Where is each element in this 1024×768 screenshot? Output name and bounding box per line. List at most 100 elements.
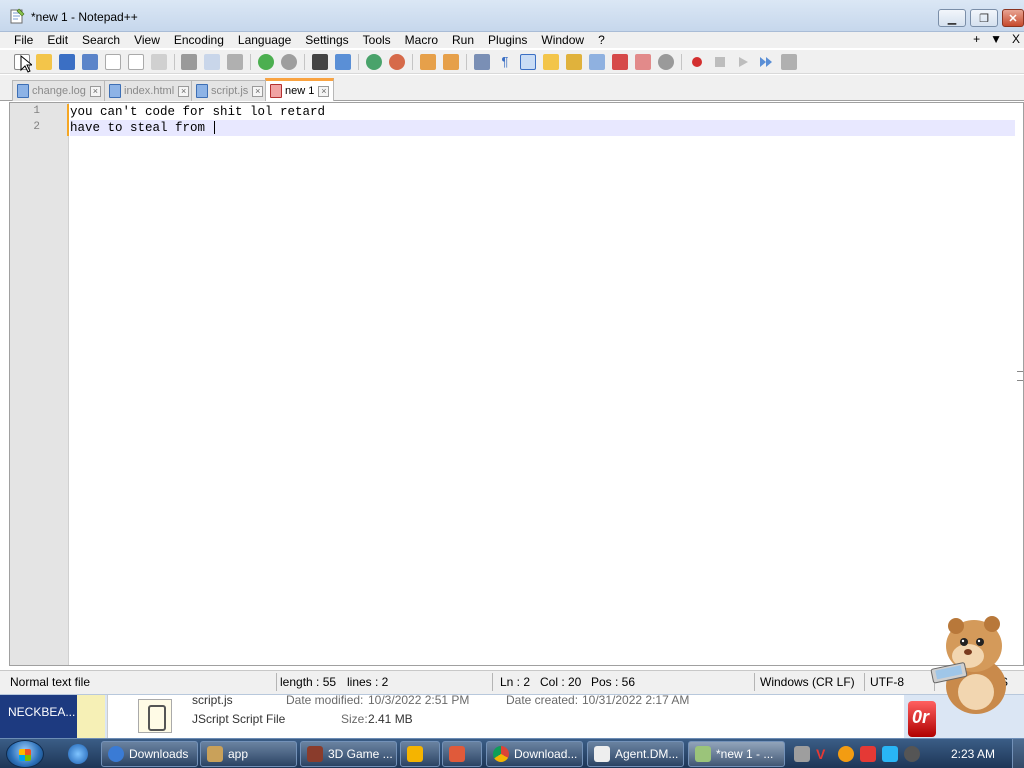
code-line[interactable]: you can't code for shit lol retard [70, 104, 1015, 120]
code-line-current[interactable]: have to steal from [70, 120, 1015, 136]
tray-volume-icon[interactable] [904, 746, 920, 762]
details-date-created-label: Date created: [506, 693, 579, 707]
close-button[interactable]: ✕ [1002, 9, 1024, 27]
tab-label: new 1 [285, 85, 315, 97]
line-number-gutter[interactable]: 1 2 [10, 103, 69, 665]
menu-language[interactable]: Language [231, 32, 298, 48]
tray-search-icon[interactable] [838, 746, 854, 762]
notepad-app-icon[interactable] [9, 8, 25, 24]
close-all-icon[interactable] [128, 54, 144, 70]
code-line-text: have to steal from [70, 121, 213, 135]
word-wrap-icon[interactable] [474, 54, 490, 70]
tab-change-log[interactable]: change.log × [12, 80, 106, 101]
taskbar-button-downloads[interactable]: Downloads [101, 741, 198, 767]
cut-icon[interactable] [181, 54, 197, 70]
notepadpp-icon [695, 746, 711, 762]
tab-close-icon[interactable]: × [252, 85, 264, 97]
tab-close-icon[interactable]: × [178, 85, 190, 97]
comment-icon[interactable] [658, 54, 674, 70]
tray-v-icon[interactable]: V [816, 746, 832, 762]
paste-icon[interactable] [227, 54, 243, 70]
menu-search[interactable]: Search [75, 32, 127, 48]
save-icon[interactable] [59, 54, 75, 70]
start-button[interactable] [6, 740, 44, 768]
taskbar-button-media-player[interactable] [400, 741, 440, 767]
new-tab-plus-button[interactable]: + [973, 32, 980, 48]
menu-view[interactable]: View [127, 32, 167, 48]
desktop-item-label[interactable]: NECKBEA... [0, 695, 105, 739]
redo-icon[interactable] [281, 54, 297, 70]
status-lines: lines : 2 [347, 675, 389, 689]
save-all-icon[interactable] [82, 54, 98, 70]
undo-icon[interactable] [258, 54, 274, 70]
replace-icon[interactable] [335, 54, 351, 70]
tab-list-dropdown-button[interactable]: ▼ [990, 32, 1002, 48]
play-macro-icon[interactable] [735, 54, 751, 70]
show-all-characters-icon[interactable]: ¶ [497, 54, 513, 70]
language-icon[interactable] [543, 54, 559, 70]
tab-new-1[interactable]: new 1 × [265, 78, 335, 101]
taskbar-button-app-tool[interactable] [442, 741, 482, 767]
menu-help[interactable]: ? [591, 32, 612, 48]
menu-encoding[interactable]: Encoding [167, 32, 231, 48]
menu-run[interactable]: Run [445, 32, 481, 48]
status-divider [754, 673, 755, 691]
scrollbar-grip[interactable] [1017, 371, 1023, 381]
tray-flag-icon[interactable] [860, 746, 876, 762]
tab-close-icon[interactable]: × [318, 85, 330, 97]
copy-icon[interactable] [204, 54, 220, 70]
record-macro-icon[interactable] [689, 54, 705, 70]
zoom-out-icon[interactable] [389, 54, 405, 70]
minimize-button[interactable]: ▁ [938, 9, 966, 27]
desktop-item-text: NECKBEA... [8, 705, 76, 719]
tab-index-html[interactable]: index.html × [104, 80, 195, 101]
tab-close-icon[interactable]: × [89, 85, 101, 97]
maximize-button[interactable]: ❐ [970, 9, 998, 27]
zoom-in-icon[interactable] [366, 54, 382, 70]
chrome-icon [493, 746, 509, 762]
find-icon[interactable] [312, 54, 328, 70]
menu-edit[interactable]: Edit [40, 32, 75, 48]
internet-explorer-icon[interactable] [68, 744, 88, 764]
menu-tools[interactable]: Tools [356, 32, 398, 48]
open-file-icon[interactable] [36, 54, 52, 70]
tray-app-icon[interactable] [794, 746, 810, 762]
show-desktop-button[interactable] [1012, 739, 1024, 768]
function-list-icon[interactable] [589, 54, 605, 70]
menu-file[interactable]: File [0, 32, 40, 48]
tab-label: script.js [211, 85, 249, 97]
taskbar-clock[interactable]: 2:23 AM [951, 747, 995, 761]
taskbar-button-3d-game[interactable]: 3D Game ... [300, 741, 397, 767]
text-editor[interactable]: 1 2 you can't code for shit lol retard h… [9, 102, 1024, 666]
indent-guide-icon[interactable] [520, 54, 536, 70]
status-encoding[interactable]: UTF-8 [870, 675, 904, 689]
tray-display-icon[interactable] [882, 746, 898, 762]
save-macro-icon[interactable] [781, 54, 797, 70]
close-file-icon[interactable] [105, 54, 121, 70]
file-icon [109, 84, 121, 98]
stop-macro-icon[interactable] [712, 54, 728, 70]
taskbar-button-label: *new 1 - ... [716, 747, 774, 761]
title-bar[interactable]: *new 1 - Notepad++ ▁ ❐ ✕ [0, 0, 1024, 32]
toolbar-separator [681, 54, 682, 70]
sync-horizontal-icon[interactable] [443, 54, 459, 70]
document-map-icon[interactable] [566, 54, 582, 70]
hamster-mascot[interactable] [928, 608, 1014, 718]
sync-vertical-icon[interactable] [420, 54, 436, 70]
monitoring-icon[interactable] [635, 54, 651, 70]
code-area[interactable]: you can't code for shit lol retard have … [70, 103, 1015, 665]
tab-script-js[interactable]: script.js × [191, 80, 269, 101]
run-macro-multiple-icon[interactable] [758, 54, 774, 70]
menu-plugins[interactable]: Plugins [481, 32, 534, 48]
status-eol-format[interactable]: Windows (CR LF) [760, 675, 855, 689]
taskbar-button-notepadpp[interactable]: *new 1 - ... [688, 741, 785, 767]
taskbar-button-chrome-download[interactable]: Download... [486, 741, 583, 767]
taskbar-button-app[interactable]: app [200, 741, 297, 767]
menu-settings[interactable]: Settings [298, 32, 355, 48]
menu-macro[interactable]: Macro [398, 32, 445, 48]
taskbar-button-agent-dm[interactable]: Agent.DM... [587, 741, 684, 767]
close-document-button[interactable]: X [1012, 32, 1020, 48]
folder-workspace-icon[interactable] [612, 54, 628, 70]
print-icon[interactable] [151, 54, 167, 70]
menu-window[interactable]: Window [534, 32, 591, 48]
